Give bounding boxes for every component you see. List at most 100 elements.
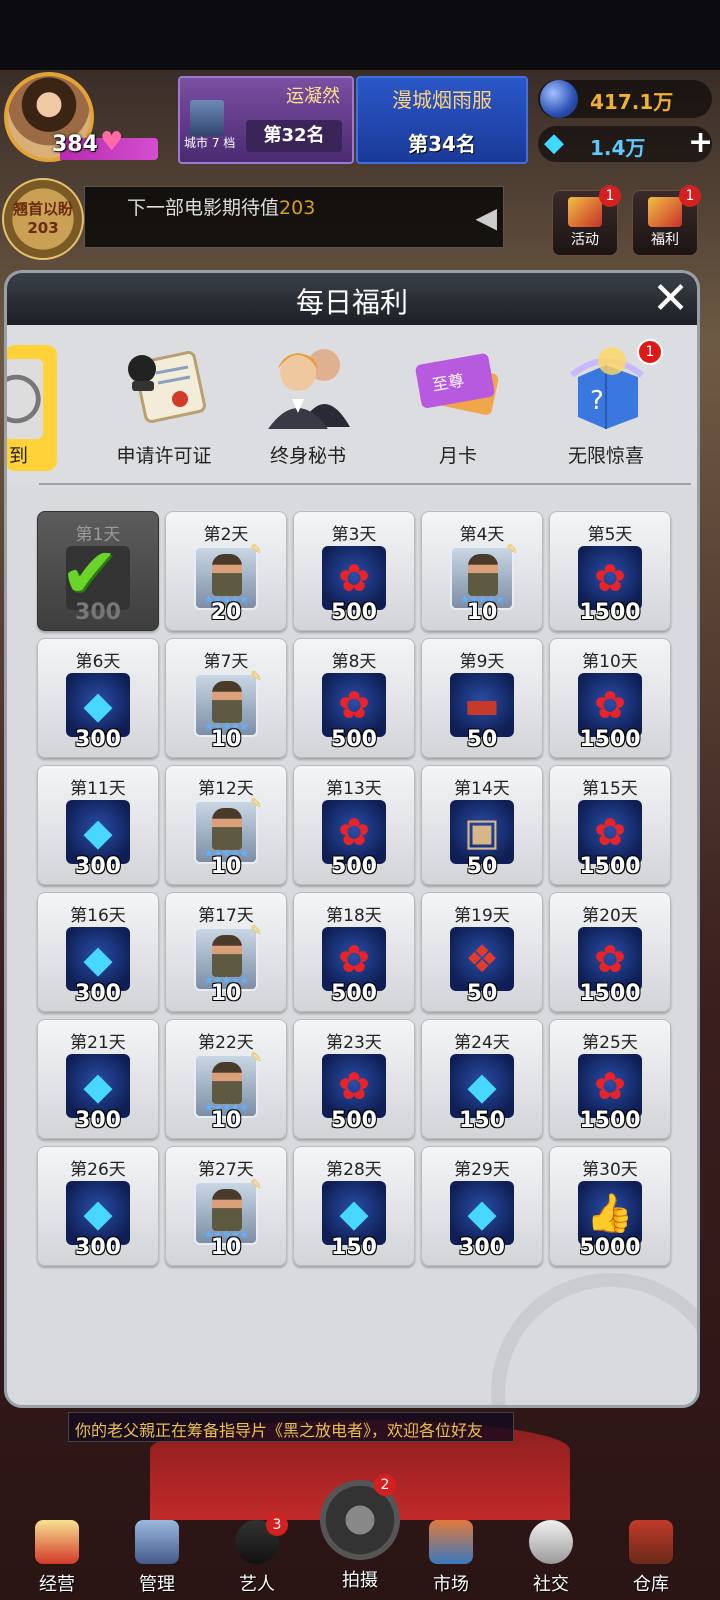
nav-label: 经营: [39, 1574, 75, 1595]
reward-day-cell[interactable]: 第6天 ◆ 300: [37, 638, 159, 758]
anticipation-title: 翘首以盼: [12, 200, 73, 218]
welfare-button[interactable]: 福利 1: [632, 185, 701, 256]
reward-day-cell[interactable]: 第4天 ★★★★★ ✎ 10: [421, 511, 543, 631]
reward-day-cell[interactable]: 第5天 ✿ 1500: [549, 511, 671, 631]
reward-quantity: 300: [75, 981, 121, 1006]
reward-day-cell[interactable]: 第11天 ◆ 300: [37, 765, 159, 885]
social-icon: [529, 1520, 573, 1564]
reward-quantity: 10: [210, 854, 242, 879]
nav-label: 仓库: [633, 1574, 669, 1595]
reward-day-cell[interactable]: 第23天 ✿ 500: [293, 1019, 415, 1139]
checkin-reel-icon: [7, 359, 43, 439]
reward-quantity: 150: [331, 1235, 377, 1260]
city-tier-label: 城市 7 档: [184, 136, 236, 150]
news-text: 下一部电影期待值203: [127, 197, 316, 219]
reward-day-cell[interactable]: 第15天 ✿ 1500: [549, 765, 671, 885]
popcorn-icon: [35, 1520, 79, 1564]
nav-shoot[interactable]: 拍摄 2: [310, 1474, 410, 1592]
day-label: 第28天: [326, 1160, 382, 1180]
day-label: 第3天: [331, 525, 377, 545]
reward-day-cell[interactable]: 第16天 ◆ 300: [37, 892, 159, 1012]
film-reel-watermark: [491, 1273, 697, 1405]
events-button[interactable]: 活动 1: [552, 185, 621, 256]
reward-day-cell[interactable]: 第30天 👍 5000: [549, 1146, 671, 1266]
anticipation-badge[interactable]: 翘首以盼 203: [2, 178, 84, 260]
server-rank-panel[interactable]: 漫城烟雨服 第34名: [356, 76, 528, 164]
nav-badge: 3: [266, 1514, 288, 1536]
reward-day-cell[interactable]: 第10天 ✿ 1500: [549, 638, 671, 758]
day-label: 第25天: [582, 1033, 638, 1053]
day-label: 第23天: [326, 1033, 382, 1053]
nav-manage[interactable]: 管理: [112, 1520, 202, 1596]
reward-day-cell[interactable]: 第2天 ★★★★★ ✎ 20: [165, 511, 287, 631]
reward-day-cell[interactable]: 第13天 ✿ 500: [293, 765, 415, 885]
reward-day-cell[interactable]: 第22天 ★★★★★ ✎ 10: [165, 1019, 287, 1139]
coin-value: 417.1万: [590, 90, 674, 114]
welfare-gift-icon: [648, 197, 682, 227]
close-icon[interactable]: ✕: [652, 275, 689, 323]
tab-surprise[interactable]: ? 无限惊喜 1: [541, 337, 671, 468]
reward-quantity: 1500: [579, 727, 641, 752]
news-bar[interactable]: 下一部电影期待值203 ◀: [84, 186, 504, 248]
reward-day-cell[interactable]: 第20天 ✿ 1500: [549, 892, 671, 1012]
nav-artist[interactable]: 艺人 3: [212, 1514, 302, 1596]
nav-business[interactable]: 经营: [12, 1520, 102, 1596]
reward-day-cell[interactable]: 第24天 ◆ 150: [421, 1019, 543, 1139]
day-label: 第15天: [582, 779, 638, 799]
player-level: 384: [52, 132, 98, 157]
reward-day-cell[interactable]: 第17天 ★★★★★ ✎ 10: [165, 892, 287, 1012]
reward-quantity: 10: [210, 1235, 242, 1260]
server-name: 漫城烟雨服: [392, 88, 492, 112]
day-label: 第12天: [198, 779, 254, 799]
bottom-nav: 经营 管理 艺人 3 拍摄 2 市场 社交 仓库: [0, 1450, 720, 1600]
reward-day-cell[interactable]: 第1天 300 ✔: [37, 511, 159, 631]
reward-day-cell[interactable]: 第18天 ✿ 500: [293, 892, 415, 1012]
reward-day-cell[interactable]: 第21天 ◆ 300: [37, 1019, 159, 1139]
reward-day-cell[interactable]: 第8天 ✿ 500: [293, 638, 415, 758]
reward-day-cell[interactable]: 第25天 ✿ 1500: [549, 1019, 671, 1139]
day-label: 第16天: [70, 906, 126, 926]
reward-day-cell[interactable]: 第19天 ❖ 50: [421, 892, 543, 1012]
scroll-stamp-icon: [128, 351, 206, 423]
reward-day-cell[interactable]: 第26天 ◆ 300: [37, 1146, 159, 1266]
tab-label: 申请许可证: [116, 445, 212, 467]
reward-quantity: 10: [210, 1108, 242, 1133]
reward-day-cell[interactable]: 第12天 ★★★★★ ✎ 10: [165, 765, 287, 885]
day-label: 第19天: [454, 906, 510, 926]
day-label: 第18天: [326, 906, 382, 926]
tab-secretary[interactable]: 终身秘书: [243, 337, 373, 468]
collapse-arrow-icon[interactable]: ◀: [475, 201, 497, 234]
reward-day-cell[interactable]: 第27天 ★★★★★ ✎ 10: [165, 1146, 287, 1266]
nav-label: 艺人: [239, 1574, 275, 1595]
day-label: 第9天: [459, 652, 505, 672]
company-rank-panel[interactable]: 运凝然 城市 7 档 第32名: [178, 76, 354, 164]
nav-market[interactable]: 市场: [406, 1520, 496, 1596]
reward-quantity: 5000: [579, 1235, 641, 1260]
add-gems-button[interactable]: +: [688, 126, 713, 160]
reward-day-cell[interactable]: 第14天 ▣ 50: [421, 765, 543, 885]
nav-label: 市场: [433, 1574, 469, 1595]
reward-quantity: 500: [331, 981, 377, 1006]
day-label: 第17天: [198, 906, 254, 926]
day-label: 第7天: [203, 652, 249, 672]
day-label: 第24天: [454, 1033, 510, 1053]
day-label: 第4天: [459, 525, 505, 545]
reward-day-cell[interactable]: 第7天 ★★★★★ ✎ 10: [165, 638, 287, 758]
heart-icon: ♥: [100, 127, 124, 157]
reward-day-cell[interactable]: 第9天 ▬ 50: [421, 638, 543, 758]
divider: [39, 483, 691, 485]
nav-warehouse[interactable]: 仓库: [606, 1520, 696, 1596]
gem-value: 1.4万: [590, 136, 646, 160]
announcement-ticker: 你的老父親正在筹备指导片《黑之放电者》，欢迎各位好友: [68, 1412, 514, 1442]
tab-monthly-card[interactable]: 至尊 月卡: [393, 337, 523, 468]
warehouse-icon: [629, 1520, 673, 1564]
day-label: 第5天: [587, 525, 633, 545]
manage-icon: [135, 1520, 179, 1564]
reward-day-cell[interactable]: 第29天 ◆ 300: [421, 1146, 543, 1266]
reward-quantity: 1500: [579, 981, 641, 1006]
reward-day-cell[interactable]: 第3天 ✿ 500: [293, 511, 415, 631]
anticipation-value: 203: [27, 219, 59, 237]
nav-social[interactable]: 社交: [506, 1520, 596, 1596]
tab-license[interactable]: 申请许可证: [99, 337, 229, 468]
reward-day-cell[interactable]: 第28天 ◆ 150: [293, 1146, 415, 1266]
